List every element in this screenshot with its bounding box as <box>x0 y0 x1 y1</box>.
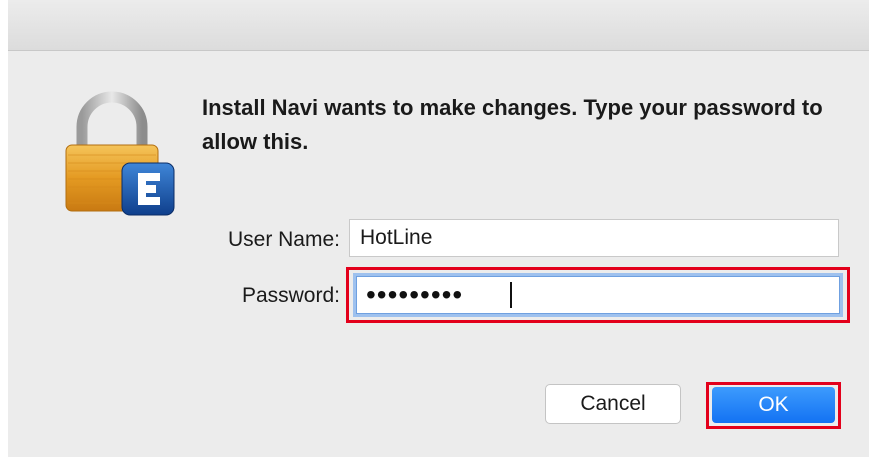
password-field[interactable] <box>356 276 840 314</box>
title-bar[interactable] <box>8 0 869 51</box>
ok-button[interactable]: OK <box>712 387 835 423</box>
padlock-icon <box>60 89 178 219</box>
username-field[interactable] <box>349 219 839 257</box>
cancel-button[interactable]: Cancel <box>545 384 681 424</box>
padlock-svg <box>65 91 175 216</box>
dialog-message: Install Navi wants to make changes. Type… <box>202 95 823 154</box>
stage: Install Navi wants to make changes. Type… <box>0 0 869 457</box>
password-label: Password: <box>241 284 340 307</box>
text-caret <box>510 282 512 308</box>
authentication-dialog: Install Navi wants to make changes. Type… <box>8 51 869 457</box>
username-label: User Name: <box>227 228 340 251</box>
password-field-container[interactable] <box>353 273 843 317</box>
